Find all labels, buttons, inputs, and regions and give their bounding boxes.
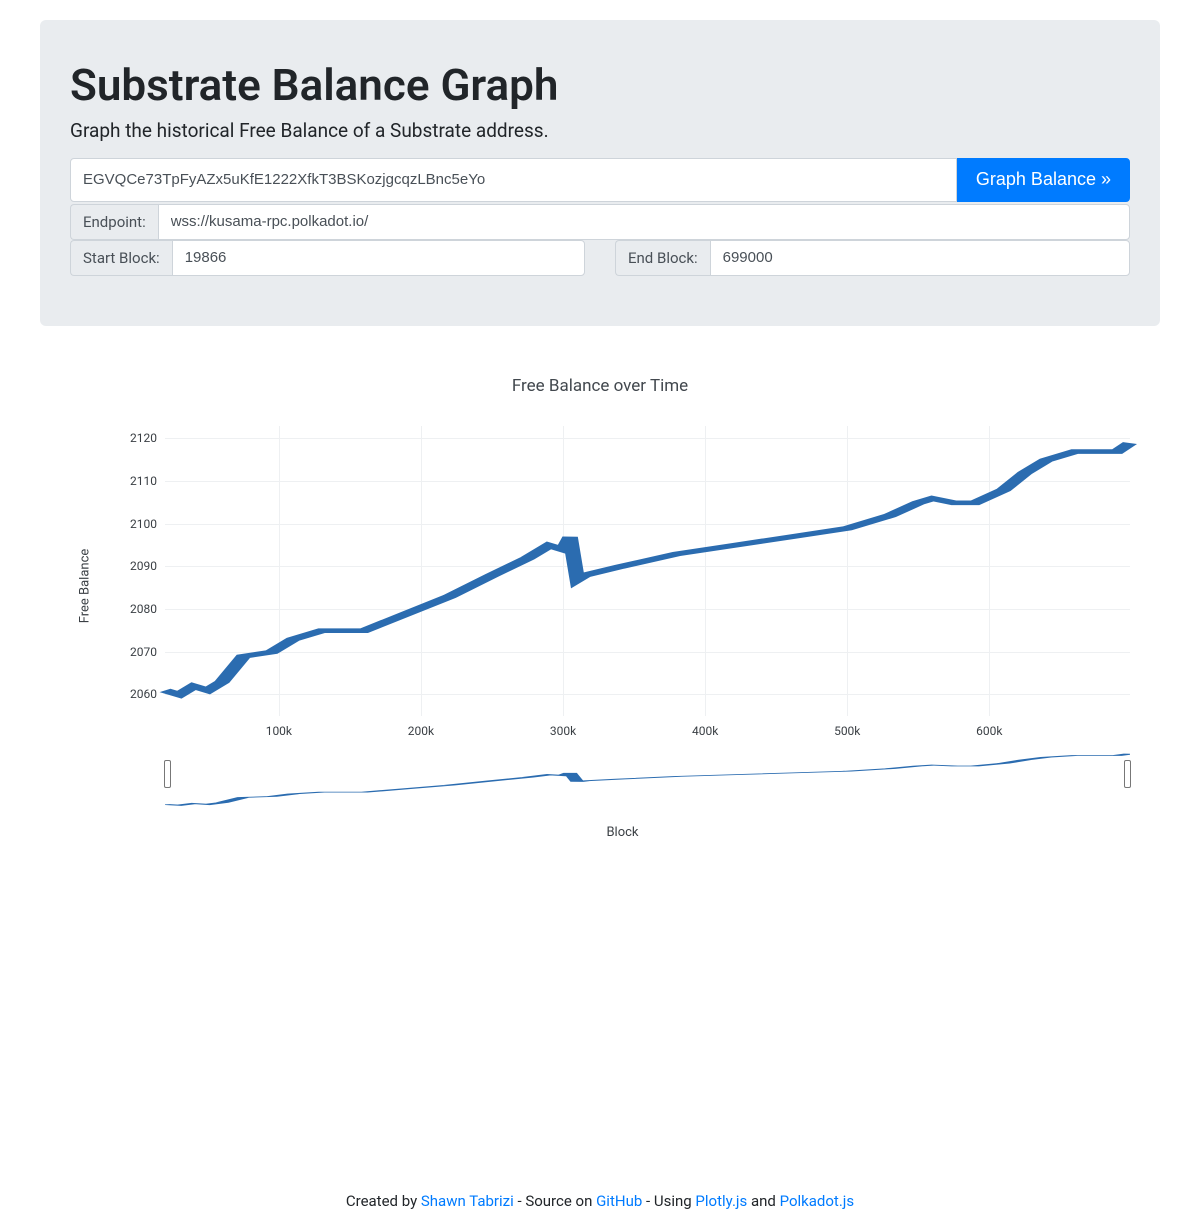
- range-handle-right[interactable]: [1124, 760, 1131, 788]
- chart-plot-area[interactable]: Free Balance 100k200k300k400k500k600k 20…: [115, 426, 1130, 746]
- footer-lib2-link[interactable]: Polkadot.js: [780, 1192, 855, 1210]
- endpoint-row: Endpoint:: [70, 204, 1130, 240]
- header-panel: Substrate Balance Graph Graph the histor…: [40, 20, 1160, 326]
- block-range-row: Start Block: End Block:: [70, 240, 1130, 276]
- end-block-label: End Block:: [615, 240, 710, 276]
- address-input[interactable]: [70, 158, 957, 202]
- address-row: Graph Balance »: [70, 158, 1130, 202]
- chart-title: Free Balance over Time: [70, 376, 1130, 396]
- footer-using-pre: - Using: [642, 1192, 695, 1210]
- page-title: Substrate Balance Graph: [70, 60, 1130, 111]
- endpoint-input[interactable]: [158, 204, 1130, 240]
- range-line: [165, 752, 1130, 807]
- start-block-input[interactable]: [172, 240, 585, 276]
- range-handle-left[interactable]: [164, 760, 171, 788]
- endpoint-label: Endpoint:: [70, 204, 158, 240]
- footer-source-link[interactable]: GitHub: [596, 1192, 642, 1210]
- y-axis-label: Free Balance: [78, 548, 93, 623]
- footer-source-pre: - Source on: [514, 1192, 596, 1210]
- footer-author-link[interactable]: Shawn Tabrizi: [421, 1192, 514, 1210]
- chart-line: [165, 426, 1130, 716]
- range-slider[interactable]: [165, 752, 1130, 807]
- page-subtitle: Graph the historical Free Balance of a S…: [70, 119, 1130, 142]
- footer-lib1-link[interactable]: Plotly.js: [695, 1192, 747, 1210]
- end-block-input[interactable]: [710, 240, 1130, 276]
- footer-and: and: [747, 1192, 779, 1210]
- chart-container: Free Balance over Time Free Balance 100k…: [70, 376, 1130, 840]
- footer-created-by-pre: Created by: [346, 1192, 421, 1210]
- start-block-label: Start Block:: [70, 240, 172, 276]
- graph-balance-button[interactable]: Graph Balance »: [957, 158, 1130, 202]
- x-axis-label: Block: [115, 825, 1130, 840]
- footer: Created by Shawn Tabrizi - Source on Git…: [0, 1192, 1200, 1210]
